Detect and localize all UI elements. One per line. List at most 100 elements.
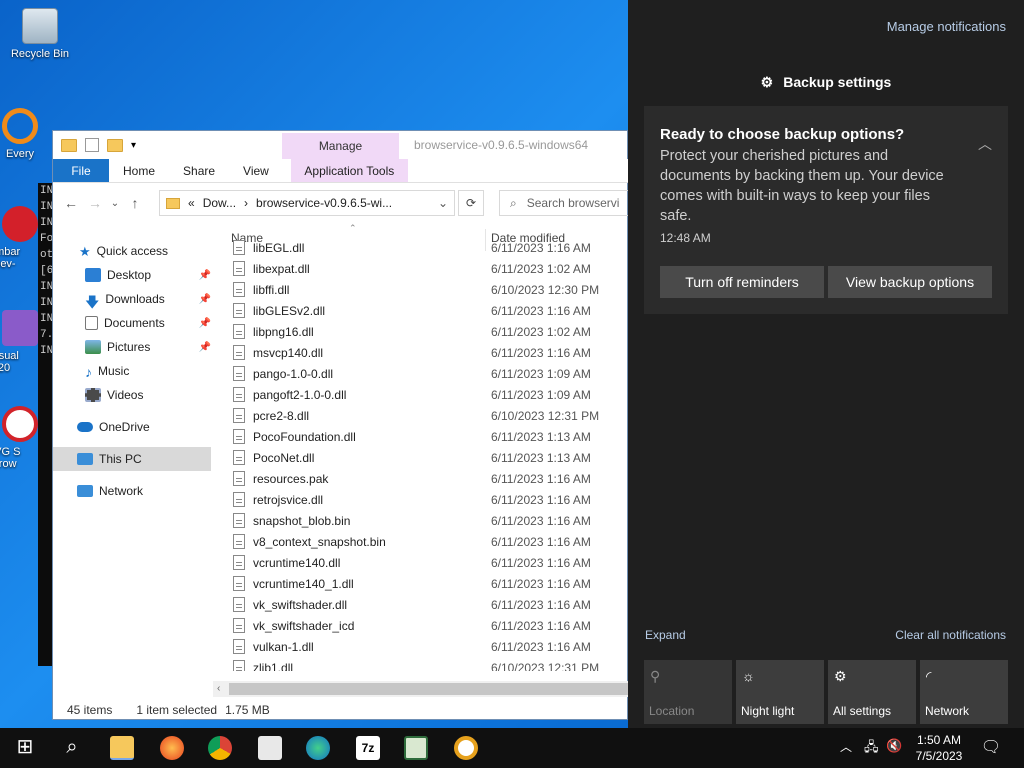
file-row[interactable]: libEGL.dll 6/11/2023 1:16 AM — [229, 237, 629, 258]
store-icon[interactable] — [258, 736, 282, 760]
quick-action-location[interactable]: ⚲ Location — [644, 660, 732, 724]
dll-file-icon — [233, 450, 245, 465]
nav-item-pictures[interactable]: Pictures 📌 — [53, 335, 211, 359]
new-folder-icon[interactable] — [107, 138, 123, 152]
action-center-button[interactable]: 🗨 — [976, 734, 1006, 762]
forward-button[interactable]: → — [83, 195, 107, 211]
address-overflow[interactable]: « — [188, 196, 195, 210]
nav-item-label: Videos — [107, 388, 144, 402]
quick-action-night-light[interactable]: ☼ Night light — [736, 660, 824, 724]
breadcrumb-downloads[interactable]: Dow... — [203, 196, 236, 210]
expand-link[interactable]: Expand — [645, 628, 686, 642]
recent-locations-button[interactable]: ⌄ — [107, 198, 123, 209]
location-icon: ⚲ — [650, 668, 661, 684]
nav-item-this-pc[interactable]: This PC — [53, 447, 211, 471]
show-hidden-icons-button[interactable]: ︿ — [840, 738, 852, 755]
desktop-icon-everything[interactable]: Every — [0, 108, 58, 160]
dll-file-icon — [233, 492, 245, 507]
file-row[interactable]: libpng16.dll 6/11/2023 1:02 AM — [229, 321, 629, 342]
chevron-down-icon[interactable]: ⌄ — [438, 196, 448, 210]
avg-browser-taskbar-icon[interactable] — [454, 736, 478, 760]
nav-item-label: Music — [98, 364, 130, 378]
file-name: vk_swiftshader_icd — [253, 618, 355, 633]
pictures-icon — [85, 340, 101, 354]
file-row[interactable]: libffi.dll 6/10/2023 12:30 PM — [229, 279, 629, 300]
network-status-icon[interactable]: 🖧 — [864, 738, 879, 760]
file-row[interactable]: v8_context_snapshot.bin 6/11/2023 1:16 AM — [229, 531, 629, 552]
file-row[interactable]: PocoNet.dll 6/11/2023 1:13 AM — [229, 447, 629, 468]
nav-item-music[interactable]: ♪ Music — [53, 359, 211, 383]
file-row[interactable]: resources.pak 6/11/2023 1:16 AM — [229, 468, 629, 489]
turn-off-reminders-button[interactable]: Turn off reminders — [660, 266, 824, 298]
file-row[interactable]: vulkan-1.dll 6/11/2023 1:16 AM — [229, 636, 629, 657]
nav-item-desktop[interactable]: Desktop 📌 — [53, 263, 211, 287]
file-row[interactable]: zlib1.dll 6/10/2023 12:31 PM — [229, 657, 629, 671]
tab-application-tools[interactable]: Application Tools — [290, 159, 408, 182]
nav-item-quick-access[interactable]: ★ Quick access — [53, 239, 211, 263]
edge-icon[interactable] — [306, 736, 330, 760]
file-date: 6/11/2023 1:09 AM — [491, 366, 591, 381]
tab-home[interactable]: Home — [109, 159, 169, 182]
back-button[interactable]: ← — [59, 195, 83, 211]
notepad-icon[interactable] — [404, 736, 428, 760]
quick-action-network[interactable]: ◜ Network — [920, 660, 1008, 724]
file-date: 6/11/2023 1:13 AM — [491, 429, 591, 444]
refresh-button[interactable]: ⟳ — [458, 190, 484, 216]
file-row[interactable]: vcruntime140_1.dll 6/11/2023 1:16 AM — [229, 573, 629, 594]
file-row[interactable]: vk_swiftshader.dll 6/11/2023 1:16 AM — [229, 594, 629, 615]
file-row[interactable]: msvcp140.dll 6/11/2023 1:16 AM — [229, 342, 629, 363]
breadcrumb-current[interactable]: browservice-v0.9.6.5-wi... — [256, 196, 392, 210]
file-name: vcruntime140_1.dll — [253, 576, 354, 591]
file-date: 6/10/2023 12:30 PM — [491, 282, 600, 297]
network-icon — [77, 485, 93, 497]
file-row[interactable]: pangoft2-1.0-0.dll 6/11/2023 1:09 AM — [229, 384, 629, 405]
nav-item-videos[interactable]: Videos — [53, 383, 211, 407]
tab-view[interactable]: View — [229, 159, 283, 182]
file-explorer-window[interactable]: ▾ Manage browservice-v0.9.6.5-windows64 … — [52, 130, 639, 720]
file-row[interactable]: vk_swiftshader_icd 6/11/2023 1:16 AM — [229, 615, 629, 636]
scrollbar-thumb[interactable] — [229, 683, 629, 695]
search-button[interactable]: ⌕ — [60, 736, 84, 760]
volume-muted-icon[interactable]: 🔇 — [886, 738, 902, 754]
chevron-down-icon[interactable]: ▾ — [131, 140, 136, 151]
backup-notification[interactable]: Ready to choose backup options? ︿ Protec… — [644, 106, 1008, 314]
start-button[interactable]: ⊞ — [12, 736, 38, 760]
firefox-icon[interactable] — [160, 736, 184, 760]
chevron-up-icon[interactable]: ︿ — [978, 134, 992, 154]
file-row[interactable]: pcre2-8.dll 6/10/2023 12:31 PM — [229, 405, 629, 426]
clock[interactable]: 1:50 AM 7/5/2023 — [912, 732, 966, 764]
properties-icon[interactable] — [85, 138, 99, 152]
file-icon — [233, 534, 245, 549]
notification-group-title: ⚙ Backup settings — [628, 74, 1024, 91]
tab-share[interactable]: Share — [169, 159, 229, 182]
file-row[interactable]: libexpat.dll 6/11/2023 1:02 AM — [229, 258, 629, 279]
file-row[interactable]: pango-1.0-0.dll 6/11/2023 1:09 AM — [229, 363, 629, 384]
nav-item-onedrive[interactable]: OneDrive — [53, 415, 211, 439]
search-input[interactable]: ⌕ Search browservi — [499, 190, 639, 216]
scroll-left-icon[interactable]: ‹ — [217, 681, 220, 697]
nav-item-downloads[interactable]: 🡇 Downloads 📌 — [53, 287, 211, 311]
address-bar[interactable]: « Dow... › browservice-v0.9.6.5-wi... ⌄ — [159, 190, 455, 216]
desktop-icon-recycle-bin[interactable]: Recycle Bin — [2, 8, 78, 60]
nav-item-network[interactable]: Network — [53, 479, 211, 503]
view-backup-options-button[interactable]: View backup options — [828, 266, 992, 298]
file-row[interactable]: PocoFoundation.dll 6/11/2023 1:13 AM — [229, 426, 629, 447]
horizontal-scrollbar[interactable]: ‹ — [213, 681, 629, 697]
file-row[interactable]: snapshot_blob.bin 6/11/2023 1:16 AM — [229, 510, 629, 531]
notification-body: Protect your cherished pictures and docu… — [660, 148, 944, 224]
manage-notifications-link[interactable]: Manage notifications — [887, 19, 1006, 34]
file-explorer-taskbar-icon[interactable] — [110, 736, 134, 760]
quick-action-all-settings[interactable]: ⚙ All settings — [828, 660, 916, 724]
manage-tab-header[interactable]: Manage — [282, 133, 399, 159]
nav-item-documents[interactable]: Documents 📌 — [53, 311, 211, 335]
7zip-icon[interactable]: 7z — [356, 736, 380, 760]
file-row[interactable]: libGLESv2.dll 6/11/2023 1:16 AM — [229, 300, 629, 321]
tab-file[interactable]: File — [53, 159, 109, 182]
file-date: 6/11/2023 1:16 AM — [491, 492, 591, 507]
file-row[interactable]: vcruntime140.dll 6/11/2023 1:16 AM — [229, 552, 629, 573]
breadcrumb-separator[interactable]: › — [244, 196, 248, 210]
file-row[interactable]: retrojsvice.dll 6/11/2023 1:16 AM — [229, 489, 629, 510]
up-button[interactable]: ↑ — [123, 195, 147, 211]
clear-all-notifications-link[interactable]: Clear all notifications — [895, 628, 1006, 642]
chrome-icon[interactable] — [208, 736, 232, 760]
